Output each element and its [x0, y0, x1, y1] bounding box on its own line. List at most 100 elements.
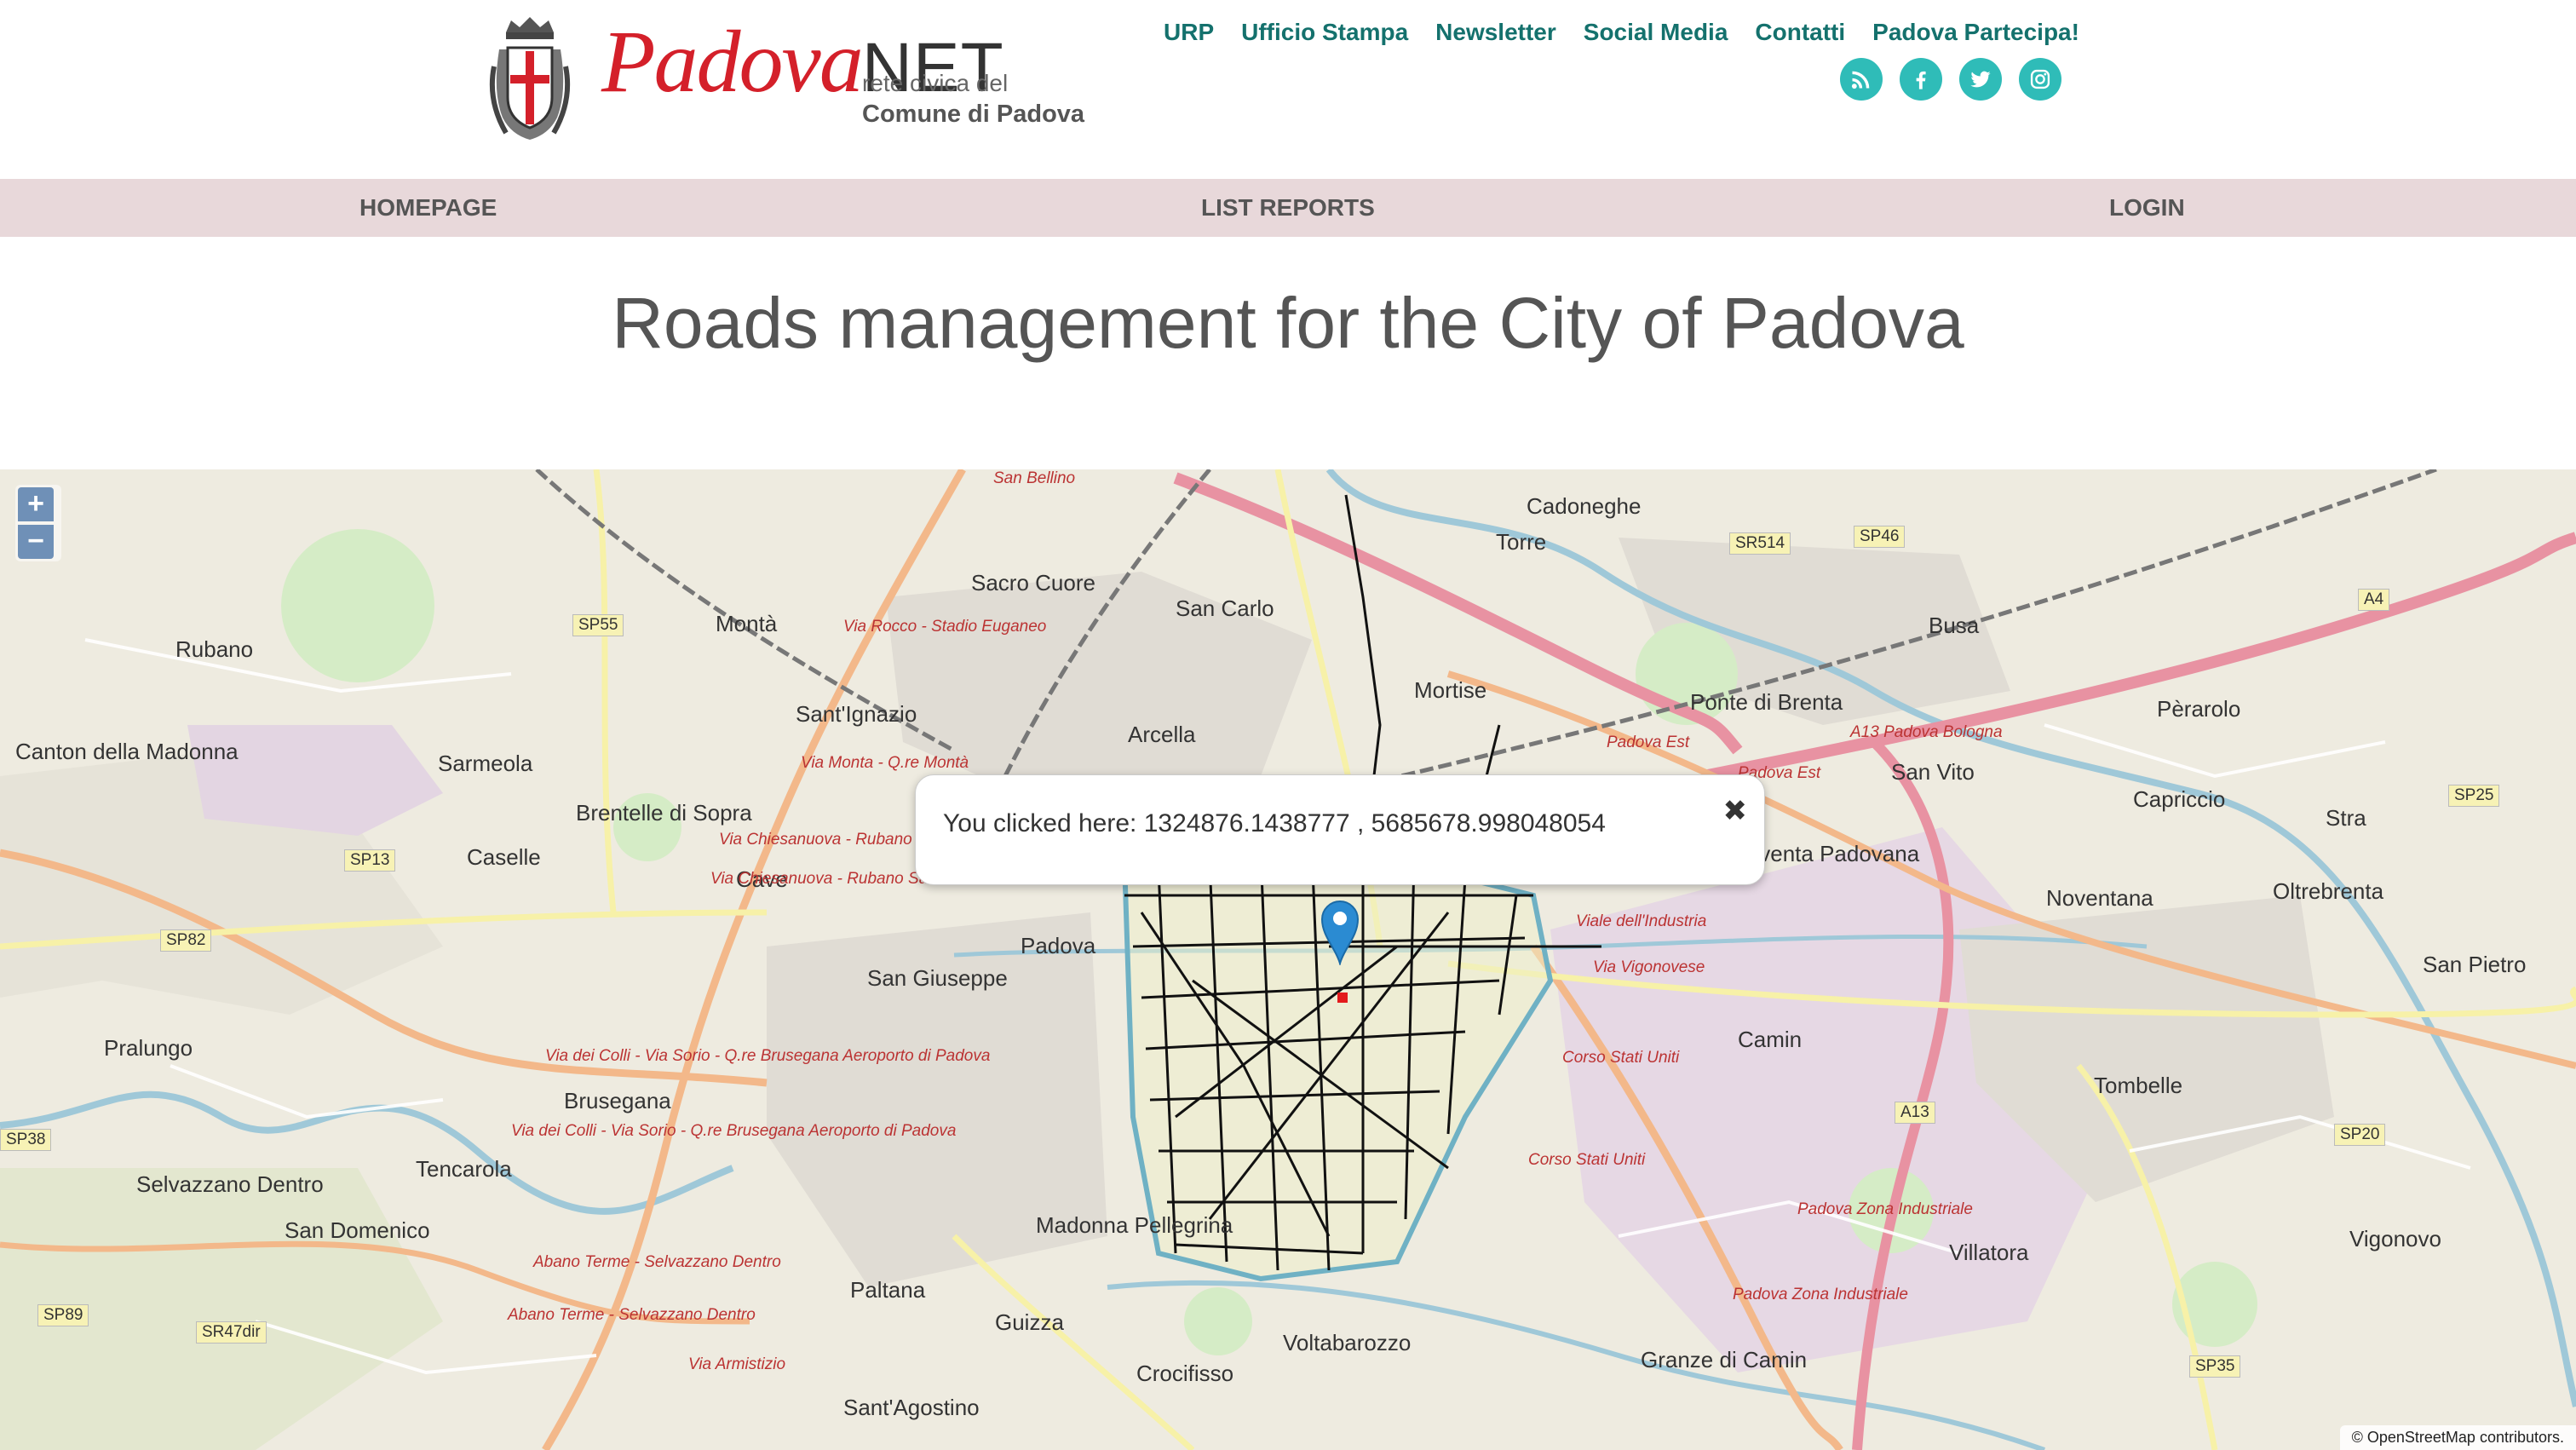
zoom-out-button[interactable]: −	[18, 525, 54, 559]
map-label-road: Padova Est	[1607, 734, 1690, 751]
map-route-shield: SP82	[160, 929, 212, 952]
nav-list-reports[interactable]: LIST REPORTS	[1201, 179, 1375, 237]
map-label-road: San Bellino	[993, 469, 1076, 487]
map-label-road: Via dei Colli - Via Sorio - Q.re Brusega…	[545, 1047, 991, 1065]
map-route-shield: SR514	[1729, 532, 1791, 555]
map-attribution[interactable]: © OpenStreetMap contributors.	[2339, 1425, 2576, 1450]
map-label-place: Granze di Camin	[1641, 1347, 1808, 1372]
nav-login[interactable]: LOGIN	[2109, 179, 2185, 237]
map-route-shield: SP89	[37, 1304, 89, 1326]
map-label-road: Via Armistizio	[688, 1355, 786, 1373]
zoom-controls: + −	[15, 485, 61, 561]
map-route-shield: A4	[2358, 589, 2390, 611]
map-label-road: Via Chiesanuova - Rubano	[719, 831, 912, 849]
map-label-place: Villatora	[1949, 1240, 2029, 1265]
map-route-shield: SP13	[344, 849, 396, 872]
map-label-road: A13 Padova Bologna	[1850, 723, 2003, 741]
map-label-place: Busa	[1929, 613, 1980, 638]
map-label-place: Montà	[716, 611, 778, 636]
map-label-road: Abano Terme - Selvazzano Dentro	[533, 1253, 781, 1271]
map-label-place: Sarmeola	[438, 751, 533, 776]
map-label-road: Abano Terme - Selvazzano Dentro	[508, 1306, 756, 1324]
map-label-place: San Giuseppe	[867, 965, 1008, 991]
popup-message: You clicked here: 1324876.1438777 , 5685…	[943, 809, 1606, 837]
map-label-place: Vigonovo	[2349, 1226, 2441, 1251]
map-label-place: Selvazzano Dentro	[136, 1171, 324, 1197]
facebook-icon[interactable]	[1900, 58, 1942, 101]
map-route-shield: A13	[1895, 1102, 1935, 1124]
map-label-place: Padova	[1021, 933, 1096, 958]
rss-icon[interactable]	[1840, 58, 1883, 101]
map-route-shield: SR47dir	[196, 1321, 267, 1344]
map-label-place: Cadoneghe	[1527, 493, 1642, 519]
logo-part-padova: Padova	[601, 13, 864, 111]
map-label-place: San Domenico	[285, 1217, 430, 1243]
link-contatti[interactable]: Contatti	[1755, 14, 1845, 51]
page-title: Roads management for the City of Padova	[612, 283, 1964, 363]
map-label-place: Arcella	[1128, 722, 1196, 747]
map-route-shield: SP25	[2448, 785, 2500, 807]
map-label-road: Padova Zona Industriale	[1733, 1286, 1908, 1303]
link-social-media[interactable]: Social Media	[1584, 14, 1728, 51]
map-label-place: Caselle	[467, 844, 541, 870]
map-label-place: Sacro Cuore	[971, 570, 1095, 596]
map-label-place: Oltrebrenta	[2273, 878, 2384, 904]
twitter-icon[interactable]	[1959, 58, 2002, 101]
map-viewport[interactable]: Rubano Canton della Madonna Sarmeola Cas…	[0, 469, 2576, 1450]
map-label-place: Crocifisso	[1136, 1361, 1234, 1386]
link-newsletter[interactable]: Newsletter	[1435, 14, 1556, 51]
map-label-road: Corso Stati Uniti	[1528, 1151, 1646, 1169]
nav-homepage[interactable]: HOMEPAGE	[359, 179, 497, 237]
map-label-road: Corso Stati Uniti	[1562, 1049, 1680, 1067]
rete-civica-label: rete civica del	[862, 70, 1009, 96]
map-label-place: Camin	[1738, 1027, 1803, 1052]
social-icons	[1840, 58, 2061, 101]
map-label-place: Stra	[2326, 805, 2366, 831]
map-label-place: Brentelle di Sopra	[576, 800, 752, 826]
map-route-shield: SP55	[572, 614, 624, 636]
click-popup: You clicked here: 1324876.1438777 , 5685…	[915, 774, 1765, 885]
map-label-place: Rubano	[175, 636, 254, 662]
top-links: URP Ufficio Stampa Newsletter Social Med…	[1164, 14, 2079, 51]
zoom-in-button[interactable]: +	[18, 487, 54, 521]
map-tiles	[0, 469, 2576, 1450]
map-label-place: Guizza	[995, 1309, 1064, 1335]
map-label-place: Tencarola	[416, 1156, 512, 1182]
map-label-place: Madonna Pellegrina	[1036, 1212, 1233, 1238]
map-route-shield: SP20	[2334, 1124, 2386, 1146]
link-urp[interactable]: URP	[1164, 14, 1214, 51]
map-label-place: Capriccio	[2133, 786, 2226, 812]
map-label-place: Noventana	[2046, 885, 2153, 911]
map-label-road: Via Rocco - Stadio Euganeo	[843, 618, 1047, 636]
map-label-place: San Pietro	[2423, 952, 2527, 977]
map-label-place: Ponte di Brenta	[1690, 689, 1843, 715]
map-label-road: Padova Zona Industriale	[1797, 1200, 1973, 1218]
map-label-place: Paltana	[850, 1277, 926, 1303]
map-label-place: Brusegana	[564, 1088, 671, 1113]
map-route-shield: SP38	[0, 1129, 52, 1151]
map-label-place: Voltabarozzo	[1283, 1330, 1412, 1355]
site-header: PadovaNET rete civica del Comune di Pado…	[0, 0, 2576, 179]
map-label-place: San Carlo	[1176, 596, 1274, 621]
location-pin-icon[interactable]	[1319, 897, 1361, 965]
map-label-place: Torre	[1496, 529, 1547, 555]
instagram-icon[interactable]	[2019, 58, 2061, 101]
link-padova-partecipa[interactable]: Padova Partecipa!	[1872, 14, 2079, 51]
map-route-shield: SP35	[2189, 1355, 2241, 1378]
main-nav: HOMEPAGE LIST REPORTS LOGIN	[0, 179, 2576, 237]
map-label-place: Pralungo	[104, 1035, 193, 1061]
map-label-road: Via Monta - Q.re Montà	[801, 754, 969, 772]
map-label-place: Tombelle	[2094, 1073, 2183, 1098]
map-label-road: Viale dell'Industria	[1576, 912, 1707, 930]
map-label-place: Canton della Madonna	[15, 739, 239, 764]
map-label-place: San Vito	[1891, 759, 1975, 785]
map-label-road: Via dei Colli - Via Sorio - Q.re Brusega…	[511, 1122, 957, 1140]
popup-close-button[interactable]: ✖	[1723, 794, 1748, 828]
link-ufficio-stampa[interactable]: Ufficio Stampa	[1241, 14, 1408, 51]
comune-label: Comune di Padova	[862, 101, 1085, 128]
map-label-place: Sant'Agostino	[843, 1395, 980, 1420]
map-label-road: Via Vigonovese	[1593, 958, 1705, 976]
map-route-shield: SP46	[1854, 526, 1906, 548]
map-label-place: Mortise	[1414, 677, 1487, 703]
map-label-place: Pèrarolo	[2157, 696, 2241, 722]
